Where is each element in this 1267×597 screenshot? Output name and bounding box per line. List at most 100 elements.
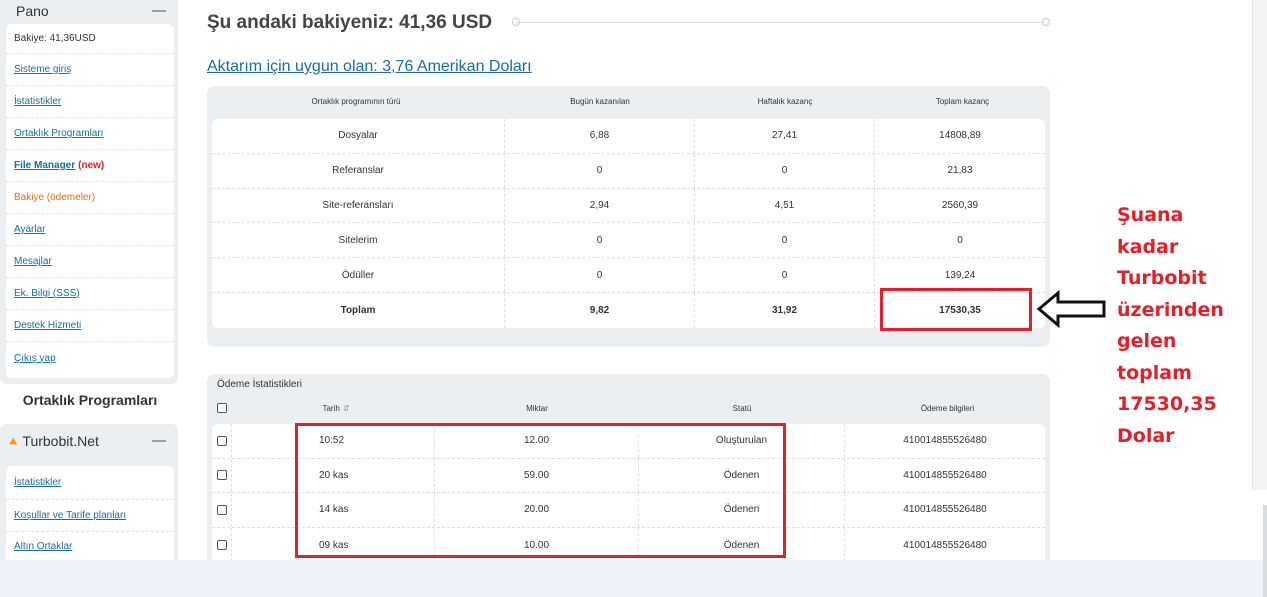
sidebar-item-affiliate[interactable]: Ortaklık Programları bbox=[6, 118, 174, 150]
sidebar-item-login[interactable]: Sisteme giriş bbox=[6, 54, 174, 86]
sidebar-item-logout-link[interactable]: Çıkış yap bbox=[14, 353, 56, 364]
sidebar-item-faq-link[interactable]: Ek. Bilgi (SSS) bbox=[14, 288, 80, 299]
sidebar-item-balance-payments[interactable]: Bakiye (ödemeler) bbox=[6, 182, 174, 214]
col-weekly: Haftalık kazanç bbox=[757, 96, 813, 106]
sidebar: Pano Bakiye: 41,36USD Sisteme giriş İsta… bbox=[0, 0, 180, 560]
cell: 2560,39 bbox=[941, 199, 979, 211]
annotation-line: Şuana bbox=[1117, 204, 1184, 226]
sidebar-item-messages[interactable]: Mesajlar bbox=[6, 246, 174, 278]
row-checkbox[interactable] bbox=[216, 470, 227, 481]
pano-title: Pano bbox=[16, 3, 49, 19]
cell: 0 bbox=[505, 258, 695, 292]
cell: Sitelerim bbox=[212, 223, 505, 258]
sidebar-item-affiliate-link[interactable]: Ortaklık Programları bbox=[14, 128, 103, 139]
transfer-available-link[interactable]: Aktarım için uygun olan: 3,76 Amerikan D… bbox=[207, 58, 532, 76]
cell: 410014855526480 bbox=[903, 504, 987, 516]
col-program-type: Ortaklık programının türü bbox=[311, 96, 401, 106]
cell: 4,51 bbox=[695, 188, 875, 223]
sort-icon[interactable]: ⇵ bbox=[343, 404, 350, 413]
balance-label: Bakiye: 41,36USD bbox=[6, 24, 174, 54]
cell: 2,94 bbox=[505, 188, 695, 223]
page-footer-band bbox=[0, 560, 1267, 597]
table-row: Referanslar 0 0 21,83 bbox=[212, 153, 1045, 189]
sidebar-item-faq[interactable]: Ek. Bilgi (SSS) bbox=[6, 278, 174, 310]
sidebar-item-support[interactable]: Destek Hizmeti bbox=[6, 310, 174, 342]
timeline-dot-end bbox=[1042, 18, 1050, 26]
sidebar-item-file-manager-link[interactable]: File Manager bbox=[14, 160, 75, 171]
sidebar-item-support-link[interactable]: Destek Hizmeti bbox=[14, 320, 81, 331]
col-earned-today: Bugün kazanılan bbox=[570, 96, 630, 106]
cell: 31,92 bbox=[695, 292, 875, 328]
table-row: Site-referansları 2,94 4,51 2560,39 bbox=[212, 188, 1045, 224]
sidebar-item-turbobit-terms[interactable]: Koşullar ve Tarife planları bbox=[6, 500, 174, 532]
cell: 6,88 bbox=[505, 119, 695, 153]
row-checkbox[interactable] bbox=[216, 504, 227, 515]
col-status: Statü bbox=[732, 403, 752, 413]
collapse-icon[interactable] bbox=[152, 10, 166, 12]
turbobit-header[interactable]: ⯅ Turbobit.Net bbox=[0, 424, 178, 458]
right-scroll-panel bbox=[1252, 0, 1267, 490]
annotation-line: gelen bbox=[1117, 330, 1177, 352]
turbobit-statistics-link[interactable]: İstatistikler bbox=[14, 477, 61, 488]
annotation-line: kadar bbox=[1117, 235, 1179, 258]
gold-partners-link[interactable]: Altın Ortaklar bbox=[14, 541, 72, 552]
cell: Dosyalar bbox=[212, 119, 505, 153]
cell: 410014855526480 bbox=[903, 469, 987, 481]
payments-title: Ödeme İstatistikleri bbox=[217, 379, 303, 390]
cell: Ödüller bbox=[212, 258, 505, 292]
sidebar-item-messages-link[interactable]: Mesajlar bbox=[14, 256, 52, 267]
cell: 9,82 bbox=[505, 292, 695, 328]
cell: 27,41 bbox=[695, 119, 875, 153]
sidebar-item-login-link[interactable]: Sisteme giriş bbox=[14, 64, 71, 75]
cell: 410014855526480 bbox=[903, 435, 987, 447]
turbobit-terms-link[interactable]: Koşullar ve Tarife planları bbox=[14, 510, 126, 521]
pano-header[interactable]: Pano bbox=[0, 0, 178, 22]
row-checkbox[interactable] bbox=[216, 540, 227, 551]
sidebar-item-gold-partners[interactable]: Altın Ortaklar bbox=[6, 532, 174, 560]
turbobit-brand: ⯅ Turbobit.Net bbox=[8, 433, 99, 449]
sidebar-item-turbobit-statistics[interactable]: İstatistikler bbox=[6, 466, 174, 500]
cell: 0 bbox=[695, 153, 875, 188]
sidebar-item-balance-payments-label[interactable]: Bakiye (ödemeler) bbox=[14, 192, 95, 203]
select-all-checkbox[interactable] bbox=[217, 403, 227, 413]
sidebar-item-logout[interactable]: Çıkış yap bbox=[6, 342, 174, 374]
turbobit-title: Turbobit.Net bbox=[22, 433, 99, 449]
arrow-left-icon bbox=[1036, 290, 1106, 328]
scrollbar[interactable] bbox=[1263, 505, 1267, 597]
col-date[interactable]: Tarih ⇵ bbox=[237, 404, 435, 413]
pano-panel: Pano Bakiye: 41,36USD Sisteme giriş İsta… bbox=[0, 0, 178, 384]
total-highlight-box bbox=[880, 288, 1032, 331]
col-payment-info: Ödeme bilgileri bbox=[920, 403, 975, 413]
sidebar-item-settings[interactable]: Ayarlar bbox=[6, 214, 174, 246]
sidebar-item-settings-link[interactable]: Ayarlar bbox=[14, 224, 46, 235]
cell: Site-referansları bbox=[212, 188, 505, 223]
affiliate-section-title: Ortaklık Programları bbox=[22, 392, 158, 408]
cell: 0 bbox=[695, 258, 875, 292]
collapse-icon[interactable] bbox=[152, 440, 166, 442]
cell: 139,24 bbox=[944, 269, 976, 281]
cell: Toplam bbox=[212, 292, 505, 328]
annotation-text: Şuana kadar Turbobit üzerinden gelen top… bbox=[1117, 200, 1247, 452]
annotation-line: toplam bbox=[1117, 361, 1192, 384]
cell: 410014855526480 bbox=[903, 539, 987, 551]
earnings-table-header: Ortaklık programının türü Bugün kazanıla… bbox=[207, 86, 1050, 116]
sidebar-item-statistics-link[interactable]: İstatistikler bbox=[14, 96, 61, 107]
cell: Referanslar bbox=[212, 153, 505, 188]
annotation-line: Turbobit bbox=[1117, 267, 1207, 289]
turbobit-menu: İstatistikler Koşullar ve Tarife planlar… bbox=[6, 466, 174, 560]
table-row: Dosyalar 6,88 27,41 14808,89 bbox=[212, 119, 1045, 154]
double-chevron-up-icon: ⯅ bbox=[8, 433, 19, 449]
sidebar-item-file-manager[interactable]: File Manager (new) bbox=[6, 150, 174, 182]
cell: 0 bbox=[505, 223, 695, 258]
balance-text: Bakiye: 41,36USD bbox=[14, 33, 96, 44]
payments-table-header: Tarih ⇵ Miktar Statü Ödeme bilgileri bbox=[207, 398, 1050, 418]
timeline-divider bbox=[516, 22, 1046, 23]
page-title: Şu andaki bakiyeniz: 41,36 USD bbox=[207, 12, 493, 33]
table-row: Sitelerim 0 0 0 bbox=[212, 223, 1045, 259]
sidebar-item-statistics[interactable]: İstatistikler bbox=[6, 86, 174, 118]
new-badge: (new) bbox=[78, 160, 105, 171]
row-checkbox[interactable] bbox=[216, 435, 227, 446]
annotation-line: üzerinden bbox=[1117, 298, 1224, 321]
payments-highlight-box bbox=[295, 423, 786, 558]
col-date-label: Tarih bbox=[322, 403, 340, 413]
